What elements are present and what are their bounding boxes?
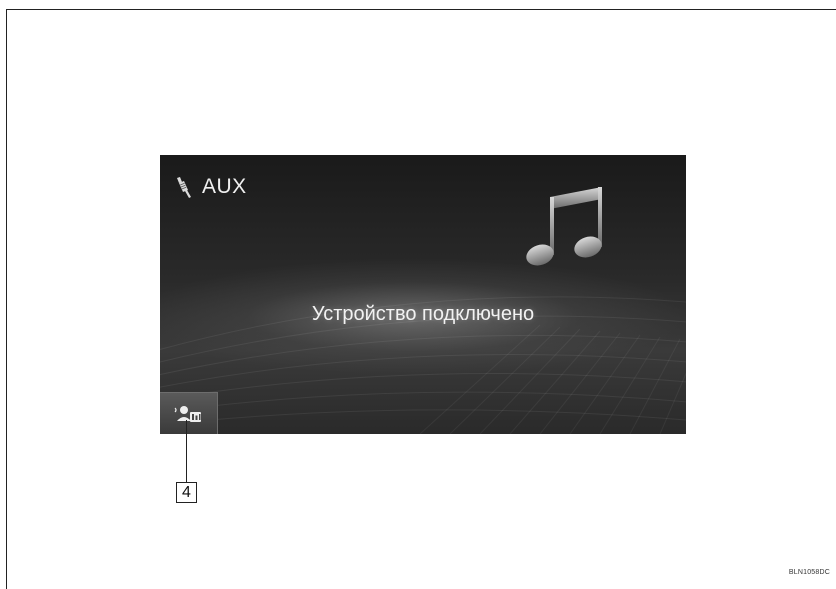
- image-code: BLN1058DC: [788, 569, 830, 576]
- audio-screen: AUX Устройство подключено: [160, 155, 686, 434]
- music-note-icon: [526, 187, 602, 266]
- source-header: AUX: [174, 175, 247, 199]
- callout-number: 4: [176, 482, 197, 503]
- source-title: AUX: [202, 175, 247, 198]
- status-message: Устройство подключено: [311, 303, 535, 325]
- sound-settings-button[interactable]: [160, 392, 218, 434]
- aux-plug-icon: [177, 177, 191, 198]
- callout-leader-line: [186, 420, 187, 482]
- sound-settings-icon: [174, 405, 201, 422]
